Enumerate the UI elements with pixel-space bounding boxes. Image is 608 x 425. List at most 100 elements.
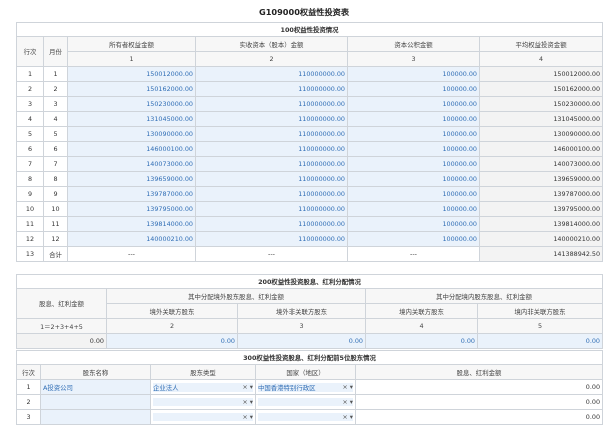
section-300-heading: 300权益性投资股息、红利分配前5位股东情况 [15, 350, 604, 365]
table-row: 7 7 140073000.00 110000000.00 100000.00 14007… [16, 156, 604, 172]
owner-equity-input[interactable]: 131045000.00 [67, 111, 196, 127]
capital-reserve-input[interactable]: 100000.00 [347, 66, 480, 82]
capital-reserve-input[interactable]: 100000.00 [347, 81, 480, 97]
capital-reserve-input[interactable]: 100000.00 [347, 216, 480, 232]
paid-in-capital-input[interactable]: 110000000.00 [195, 66, 348, 82]
col-domestic-unrelated: 境内非关联方股东 [477, 303, 603, 319]
month-cell: 8 [43, 171, 68, 187]
avg-equity-cell: 146000100.00 [478, 141, 604, 157]
paid-in-capital-input[interactable]: 110000000.00 [195, 126, 348, 142]
col-foreign-unrelated: 境外非关联方股东 [237, 303, 366, 319]
table-row: 2 2 150162000.00 110000000.00 100000.00 15016… [16, 81, 604, 97]
country-select[interactable]: × ▾ [255, 409, 356, 425]
capital-reserve-input[interactable]: 100000.00 [347, 156, 480, 172]
owner-equity-input[interactable]: 139659000.00 [67, 171, 196, 187]
month-cell: 1 [43, 66, 68, 82]
month-cell: 6 [43, 141, 68, 157]
month-cell: 10 [43, 201, 68, 217]
paid-in-capital-input[interactable]: 110000000.00 [195, 216, 348, 232]
owner-equity-input[interactable]: 150012000.00 [67, 66, 196, 82]
domestic-unrelated-input[interactable]: 0.00 [477, 333, 603, 349]
owner-equity-input[interactable]: 139787000.00 [67, 186, 196, 202]
shareholder-name-input[interactable]: A投资公司 [40, 379, 151, 395]
shareholder-type-select[interactable]: × ▾ [150, 394, 256, 410]
shareholder-name-input[interactable] [40, 409, 151, 425]
month-cell: 3 [43, 96, 68, 112]
paid-in-capital-input[interactable]: 110000000.00 [195, 81, 348, 97]
clear-dropdown-icon[interactable]: × ▾ [342, 398, 353, 406]
col-index: 1 [67, 51, 196, 67]
clear-dropdown-icon[interactable]: × ▾ [242, 413, 253, 421]
country-value: 中国香港特别行政区 [258, 383, 316, 392]
paid-in-capital-input[interactable]: 110000000.00 [195, 96, 348, 112]
avg-equity-cell: 139814000.00 [478, 216, 604, 232]
table-row: 9 9 139787000.00 110000000.00 100000.00 13978… [16, 186, 604, 202]
capital-reserve-input[interactable]: 100000.00 [347, 111, 480, 127]
shareholder-type-value: 企业法人 [153, 383, 179, 392]
paid-in-capital-input[interactable]: 110000000.00 [195, 186, 348, 202]
table-row: 4 4 131045000.00 110000000.00 100000.00 13104… [16, 111, 604, 127]
owner-equity-input[interactable]: 139795000.00 [67, 201, 196, 217]
owner-equity-input[interactable]: 130090000.00 [67, 126, 196, 142]
row-number: 13 [16, 246, 44, 262]
foreign-unrelated-input[interactable]: 0.00 [237, 333, 366, 349]
country-select[interactable]: 中国香港特别行政区 × ▾ [255, 379, 356, 395]
row-number: 1 [16, 379, 41, 395]
month-cell: 9 [43, 186, 68, 202]
row-number: 5 [16, 126, 44, 142]
col-owner-equity: 所有者权益金额 [67, 36, 196, 52]
capital-reserve-input[interactable]: 100000.00 [347, 141, 480, 157]
owner-equity-input[interactable]: 150230000.00 [67, 96, 196, 112]
clear-dropdown-icon[interactable]: × ▾ [342, 383, 353, 392]
owner-equity-input[interactable]: 140000210.00 [67, 231, 196, 247]
dividend-amount-cell: 0.00 [354, 409, 604, 425]
capital-reserve-input[interactable]: 100000.00 [347, 171, 480, 187]
shareholder-type-select[interactable]: × ▾ [150, 409, 256, 425]
owner-equity-input[interactable]: 146000100.00 [67, 141, 196, 157]
capital-reserve-input[interactable]: 100000.00 [347, 186, 480, 202]
row-number: 7 [16, 156, 44, 172]
paid-in-capital-input[interactable]: 110000000.00 [195, 231, 348, 247]
paid-in-capital-input[interactable]: 110000000.00 [195, 201, 348, 217]
month-cell: 5 [43, 126, 68, 142]
col-avg-equity: 平均权益投资金额 [478, 36, 604, 52]
table-row: 1 1 150012000.00 110000000.00 100000.00 15001… [16, 66, 604, 82]
paid-in-capital-input[interactable]: 110000000.00 [195, 141, 348, 157]
row-number: 2 [16, 81, 44, 97]
shareholder-type-select[interactable]: 企业法人 × ▾ [150, 379, 256, 395]
domestic-related-input[interactable]: 0.00 [365, 333, 478, 349]
clear-dropdown-icon[interactable]: × ▾ [242, 383, 253, 392]
paid-in-capital-input[interactable]: 110000000.00 [195, 111, 348, 127]
month-cell: 7 [43, 156, 68, 172]
col-country: 国家（地区） [255, 364, 356, 380]
paid-in-capital-input[interactable]: 110000000.00 [195, 156, 348, 172]
clear-dropdown-icon[interactable]: × ▾ [242, 398, 253, 406]
table-row: 5 5 130090000.00 110000000.00 100000.00 13009… [16, 126, 604, 142]
foreign-related-input[interactable]: 0.00 [106, 333, 238, 349]
dividend-amount-cell: 0.00 [354, 379, 604, 395]
avg-equity-cell: 150162000.00 [478, 81, 604, 97]
row-number: 9 [16, 186, 44, 202]
total-avg-equity: 141388942.50 [478, 246, 604, 262]
avg-equity-cell: 139787000.00 [478, 186, 604, 202]
dividend-amount-cell: 0.00 [354, 394, 604, 410]
paid-in-capital-input[interactable]: 110000000.00 [195, 171, 348, 187]
section-100-heading: 100权益性投资情况 [15, 22, 604, 37]
owner-equity-input[interactable]: 150162000.00 [67, 81, 196, 97]
col-index: 3 [347, 51, 480, 67]
owner-equity-input[interactable]: 140073000.00 [67, 156, 196, 172]
shareholder-name-input[interactable] [40, 394, 151, 410]
col-capital-reserve: 资本公积金额 [347, 36, 480, 52]
table-row: 11 11 139814000.00 110000000.00 100000.00 139… [16, 216, 604, 232]
capital-reserve-input[interactable]: 100000.00 [347, 96, 480, 112]
table-row: 12 12 140000210.00 110000000.00 100000.00 140… [16, 231, 604, 247]
clear-dropdown-icon[interactable]: × ▾ [342, 413, 353, 421]
capital-reserve-input[interactable]: 100000.00 [347, 201, 480, 217]
formula: 1＝2+3+4+5 [16, 318, 107, 334]
capital-reserve-input[interactable]: 100000.00 [347, 126, 480, 142]
capital-reserve-input[interactable]: 100000.00 [347, 231, 480, 247]
col-index: 4 [478, 51, 604, 67]
col-row-no: 行次 [16, 364, 41, 380]
owner-equity-input[interactable]: 139814000.00 [67, 216, 196, 232]
country-select[interactable]: × ▾ [255, 394, 356, 410]
